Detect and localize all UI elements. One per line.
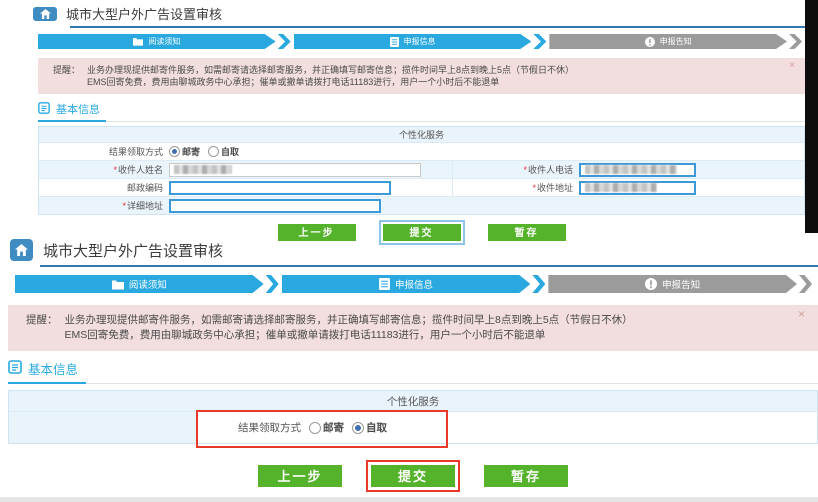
submit-button[interactable]: 提交 [371,465,455,487]
alert-banner: × 提醒： 业务办理现提供邮寄件服务，如需邮寄请选择邮寄服务，并正确填写邮寄信息… [8,305,818,351]
pickup-radio-label[interactable]: 自取 [221,145,239,158]
table-row: *详细地址 [39,196,804,214]
window-bottom-strip [0,497,818,502]
recipient-phone-label: *收件人电话 [453,163,579,176]
pickup-radio[interactable] [208,146,219,157]
step-label: 申报信息 [404,36,436,47]
page-title: 城市大型户外广告设置审核 [66,4,222,23]
recipient-address-input[interactable] [579,181,696,195]
document-icon [8,360,22,377]
redacted-value [585,183,657,192]
step-bar: 阅读须知 申报信息 申报告知 [38,34,805,49]
step-declaration-info[interactable]: 申报信息 [282,275,531,293]
step-declaration-notice[interactable]: 申报告知 [548,275,797,293]
chevron-right-icon [789,34,802,49]
section-title: 基本信息 [28,359,78,378]
info-icon [645,278,657,290]
close-icon[interactable]: × [798,309,805,319]
chevron-right-icon [799,275,812,293]
delivery-radio-group: 邮寄 自取 [309,420,395,435]
mail-radio[interactable] [169,146,180,157]
alert-line-1: 业务办理现提供邮寄件服务，如需邮寄请选择邮寄服务，并正确填写邮寄信息；揽件时间早… [87,64,574,76]
chevron-right-icon [266,275,279,293]
table-header: 个性化服务 [399,128,444,141]
form-screenshot-top: 城市大型户外广告设置审核 阅读须知 申报信息 申报告知 × 提醒： [0,0,805,241]
form-icon [379,278,390,290]
previous-step-button[interactable]: 上一步 [258,465,342,487]
redacted-value [174,165,232,174]
step-label: 申报告知 [660,36,692,47]
step-label: 申报告知 [662,277,700,291]
folder-icon [112,279,124,290]
info-icon [645,37,655,47]
header-divider [70,26,805,28]
empty-label-cell [9,412,197,443]
step-read-notice[interactable]: 阅读须知 [15,275,264,293]
recipient-address-label: *收件地址 [453,181,579,194]
form-icon [390,37,399,47]
mail-radio-label[interactable]: 邮寄 [323,420,344,435]
table-row: 邮政编码 *收件地址 [39,178,804,196]
step-label: 申报信息 [395,277,433,291]
personalized-service-table: 个性化服务 结果领取方式 邮寄 自取 *收件人姓名 *收件人电话 邮政编码 *收… [38,126,805,215]
redacted-value [585,165,677,174]
recipient-name-input[interactable] [169,163,421,177]
page-header: 城市大型户外广告设置审核 [0,0,805,26]
page-title: 城市大型户外广告设置审核 [43,240,223,261]
chevron-right-icon [532,275,545,293]
delivery-method-row: 结果领取方式 邮寄 自取 [39,142,804,160]
detail-address-label: *详细地址 [39,199,169,212]
step-bar: 阅读须知 申报信息 申报告知 [15,275,815,293]
home-icon[interactable] [10,239,33,261]
table-row: *收件人姓名 *收件人电话 [39,160,804,178]
section-title: 基本信息 [56,101,100,117]
mail-radio[interactable] [309,422,321,434]
step-read-notice[interactable]: 阅读须知 [38,34,276,49]
detail-address-input[interactable] [169,199,381,213]
close-icon[interactable]: × [789,61,795,71]
header-divider [40,265,818,267]
delivery-radio-group: 邮寄 自取 [169,145,247,158]
recipient-name-label: *收件人姓名 [39,163,169,176]
step-label: 阅读须知 [148,36,180,47]
alert-line-1: 业务办理现提供邮寄件服务，如需邮寄请选择邮寄服务，并正确填写邮寄信息；揽件时间早… [65,313,633,328]
delivery-method-label: 结果领取方式 [197,420,309,435]
basic-info-section-header: 基本信息 [8,359,818,384]
basic-info-section-header: 基本信息 [38,101,805,122]
page-header: 城市大型户外广告设置审核 [0,236,818,265]
chevron-right-icon [533,34,546,49]
alert-banner: × 提醒： 业务办理现提供邮寄件服务，如需邮寄请选择邮寄服务，并正确填写邮寄信息… [38,58,805,94]
postal-code-input[interactable] [169,181,391,195]
form-actions: 上一步 提交 暂存 [8,465,818,487]
screenshot-black-edge [805,0,818,233]
postal-code-label: 邮政编码 [39,181,169,194]
alert-line-2: EMS回寄免费，费用由聊城政务中心承担；催单或撤单请拨打电话11183进行，用户… [87,76,574,88]
form-screenshot-bottom: 城市大型户外广告设置审核 阅读须知 申报信息 申报告知 × 提醒： [0,236,818,487]
document-icon [38,102,50,117]
alert-line-2: EMS回寄免费，费用由聊城政务中心承担；催单或撤单请拨打电话11183进行，用户… [65,328,633,343]
chevron-right-icon [278,34,291,49]
pickup-radio-label[interactable]: 自取 [366,420,387,435]
mail-radio-label[interactable]: 邮寄 [182,145,200,158]
home-icon[interactable] [33,7,57,21]
step-declaration-notice[interactable]: 申报告知 [549,34,787,49]
table-header: 个性化服务 [387,394,440,409]
save-draft-button[interactable]: 暂存 [484,465,568,487]
personalized-service-table: 个性化服务 结果领取方式 邮寄 自取 [8,390,818,444]
pickup-radio[interactable] [352,422,364,434]
table-header-row: 个性化服务 [9,391,817,411]
alert-prefix: 提醒： [26,313,58,343]
delivery-method-row: 结果领取方式 邮寄 自取 [9,411,817,443]
step-declaration-info[interactable]: 申报信息 [294,34,532,49]
folder-icon [133,37,143,46]
step-label: 阅读须知 [129,277,167,291]
alert-prefix: 提醒： [53,64,80,88]
table-header-row: 个性化服务 [39,127,804,142]
recipient-phone-input[interactable] [579,163,696,177]
delivery-method-label: 结果领取方式 [39,145,169,158]
